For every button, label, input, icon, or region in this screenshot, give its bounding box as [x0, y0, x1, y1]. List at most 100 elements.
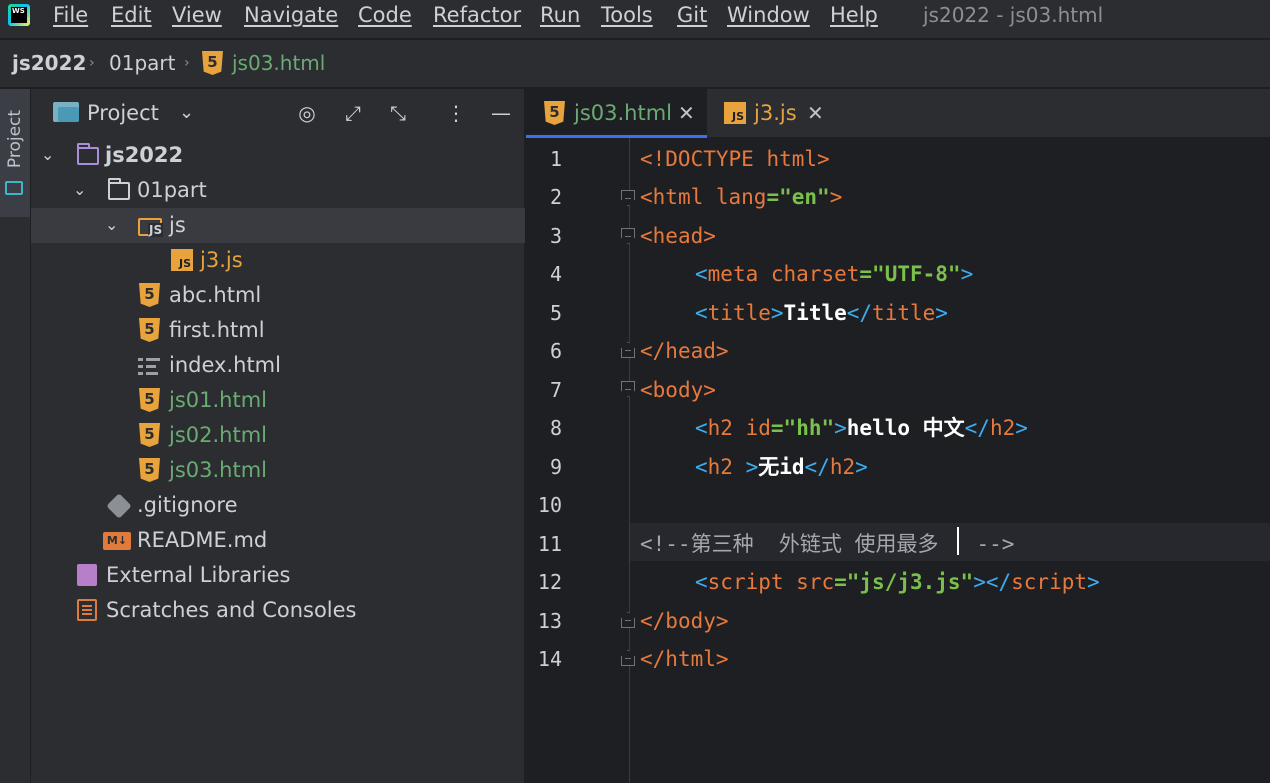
js-folder-icon	[138, 218, 164, 237]
menu-refactor[interactable]: Refactor	[433, 2, 521, 28]
code-line-1[interactable]: <!DOCTYPE html>	[640, 146, 830, 172]
project-tool-label: Project	[5, 109, 25, 169]
tree-item-js-folder[interactable]: ⌄ js	[31, 208, 525, 243]
menu-code[interactable]: Code	[358, 2, 412, 28]
tree-item-js2022[interactable]: ⌄ js2022	[31, 138, 525, 173]
tree-item-abc-html[interactable]: 5 abc.html	[31, 278, 525, 313]
code-line-13[interactable]: </body>	[640, 608, 729, 634]
tree-item-label: j3.js	[200, 248, 243, 272]
tree-item-label: 01part	[137, 178, 207, 202]
tree-item-label: first.html	[169, 318, 265, 342]
javascript-file-icon: JS	[724, 102, 746, 124]
project-panel-header: Project ⌄ ◎ ⤢ ⤡ ⋮ —	[31, 89, 525, 138]
tree-item-external-libraries[interactable]: External Libraries	[31, 558, 525, 593]
tree-item-js01-html[interactable]: 5 js01.html	[31, 383, 525, 418]
html5-file-icon: 5	[139, 423, 160, 447]
webstorm-logo-icon[interactable]: WS	[8, 4, 30, 26]
menu-git[interactable]: Git	[677, 2, 707, 28]
tree-item-label: js03.html	[169, 458, 268, 482]
tree-item-js03-html[interactable]: 5 js03.html	[31, 453, 525, 488]
tree-item-label: README.md	[137, 528, 268, 552]
collapse-all-icon[interactable]: ⤡	[383, 98, 413, 128]
tree-item-scratches[interactable]: Scratches and Consoles	[31, 593, 525, 628]
close-icon[interactable]: ✕	[807, 99, 824, 127]
code-line-7[interactable]: <body>	[640, 377, 716, 403]
html5-file-icon: 5	[202, 51, 223, 75]
code-line-4[interactable]: <meta charset="UTF-8">	[695, 261, 973, 287]
code-line-2[interactable]: <html lang="en">	[640, 184, 842, 210]
tab-label: j3.js	[754, 101, 797, 125]
tree-item-j3-js[interactable]: JS j3.js	[31, 243, 525, 278]
expand-all-icon[interactable]: ⤢	[338, 98, 368, 128]
library-icon	[77, 564, 97, 586]
menu-navigate[interactable]: Navigate	[244, 2, 338, 28]
chevron-down-icon[interactable]: ⌄	[41, 143, 54, 167]
locate-target-icon[interactable]: ◎	[292, 98, 322, 128]
menu-run[interactable]: Run	[540, 2, 580, 28]
window-title: js2022 - js03.html	[923, 3, 1104, 27]
menu-bar: WS File Edit View Navigate Code Refactor…	[0, 0, 1270, 39]
logo-text: WS	[11, 7, 27, 23]
project-tool-icon	[5, 181, 23, 195]
tab-label: js03.html	[574, 101, 673, 125]
code-line-8[interactable]: <h2 id="hh">hello 中文</h2>	[695, 415, 1028, 441]
tree-item-js02-html[interactable]: 5 js02.html	[31, 418, 525, 453]
menu-window[interactable]: Window	[727, 2, 810, 28]
chevron-down-icon[interactable]: ⌄	[73, 178, 86, 202]
folder-icon	[108, 178, 130, 200]
project-folder-icon	[53, 102, 79, 122]
code-line-5[interactable]: <title>Title</title>	[695, 300, 948, 326]
module-folder-icon	[77, 143, 99, 165]
line-number: 2	[549, 185, 562, 209]
left-tool-strip: Project	[0, 89, 31, 783]
project-tool-window-button[interactable]: Project	[0, 89, 30, 217]
tree-item-label: .gitignore	[137, 493, 238, 517]
more-options-icon[interactable]: ⋮	[441, 98, 471, 128]
tree-item-gitignore[interactable]: .gitignore	[31, 488, 525, 523]
chevron-down-icon[interactable]: ⌄	[179, 100, 194, 126]
code-line-9[interactable]: <h2 >无id</h2>	[695, 454, 868, 480]
close-icon[interactable]: ✕	[678, 99, 695, 127]
code-line-12[interactable]: <script src="js/j3.js"></script>	[695, 569, 1100, 595]
project-view-selector[interactable]: Project	[87, 100, 159, 126]
line-number: 8	[549, 416, 562, 440]
code-line-6[interactable]: </head>	[640, 338, 729, 364]
tree-item-first-html[interactable]: 5 first.html	[31, 313, 525, 348]
menu-tools[interactable]: Tools	[601, 2, 653, 28]
menu-view[interactable]: View	[172, 2, 222, 28]
line-number: 3	[549, 224, 562, 248]
tree-item-index-html[interactable]: index.html	[31, 348, 525, 383]
html5-file-icon: 5	[544, 101, 565, 125]
breadcrumb-file[interactable]: js03.html	[232, 50, 325, 76]
tree-item-01part[interactable]: ⌄ 01part	[31, 173, 525, 208]
menu-file[interactable]: File	[53, 2, 88, 28]
scratches-icon	[77, 599, 97, 621]
editor-area: 5 js03.html ✕ JS j3.js ✕ 1 2 3 4 5 6 7 8…	[526, 89, 1270, 783]
project-panel: Project ⌄ ◎ ⤢ ⤡ ⋮ — ⌄ js2022 ⌄ 01part ⌄ …	[31, 89, 525, 783]
breadcrumb-folder[interactable]: 01part	[109, 50, 175, 76]
tree-item-label: Scratches and Consoles	[106, 598, 357, 622]
tab-js03-html[interactable]: 5 js03.html ✕	[526, 89, 707, 138]
breadcrumb-separator-icon: ›	[184, 55, 190, 71]
menu-help[interactable]: Help	[830, 2, 878, 28]
git-ignore-icon	[106, 493, 132, 519]
line-number: 6	[549, 339, 562, 363]
tree-item-label: js01.html	[169, 388, 268, 412]
tree-item-label: index.html	[169, 353, 281, 377]
menu-edit[interactable]: Edit	[111, 2, 152, 28]
breadcrumb-separator-icon: ›	[89, 55, 95, 71]
breadcrumb: js2022 › 01part › 5 js03.html	[0, 40, 1270, 88]
line-number: 14	[537, 647, 562, 671]
line-number: 13	[537, 609, 562, 633]
tree-item-readme[interactable]: M↓ README.md	[31, 523, 525, 558]
line-number: 12	[537, 570, 562, 594]
html5-file-icon: 5	[139, 388, 160, 412]
tree-item-label: js02.html	[169, 423, 268, 447]
hide-panel-icon[interactable]: —	[486, 98, 516, 128]
tree-item-label: js2022	[105, 143, 184, 167]
code-line-14[interactable]: </html>	[640, 646, 729, 672]
chevron-down-icon[interactable]: ⌄	[105, 213, 118, 237]
code-line-3[interactable]: <head>	[640, 223, 716, 249]
breadcrumb-project[interactable]: js2022	[12, 50, 86, 76]
tab-j3-js[interactable]: JS j3.js ✕	[707, 89, 837, 138]
